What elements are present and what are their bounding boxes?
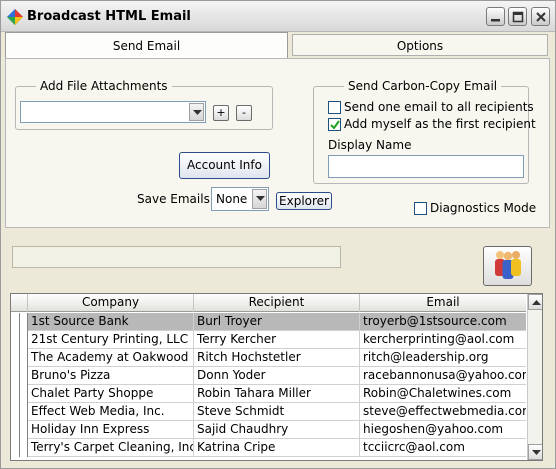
cell-company: Terry's Carpet Cleaning, Inc.	[28, 439, 194, 456]
minimize-button[interactable]	[486, 7, 505, 26]
cell-email: troyerb@1stsource.com	[363, 314, 507, 328]
send-one-email-label: Send one email to all recipients	[344, 100, 534, 114]
cell-recipient: Steve Schmidt	[194, 403, 360, 420]
table-row[interactable]: 21st Century Printing, LLC Terry Kercher…	[11, 331, 526, 349]
row-selector[interactable]	[11, 313, 28, 331]
recipients-table[interactable]: Company Recipient Email 1st Source Bank …	[10, 293, 543, 461]
cell-recipient: Robin Tahara Miller	[194, 385, 360, 402]
table-row[interactable]: Chalet Party Shoppe Robin Tahara Miller …	[11, 385, 526, 403]
diagnostics-mode-checkbox[interactable]	[414, 202, 427, 215]
cell-recipient: Donn Yoder	[194, 367, 360, 384]
carbon-copy-group-title: Send Carbon-Copy Email	[344, 79, 502, 93]
cell-email: steve@effectwebmedia.com	[363, 404, 526, 418]
row-selector[interactable]	[11, 439, 28, 457]
app-logo-icon	[7, 9, 23, 25]
cell-company: Holiday Inn Express	[28, 421, 194, 438]
close-icon	[536, 12, 546, 22]
scroll-down-button[interactable]	[528, 444, 542, 460]
send-one-email-checkbox[interactable]	[328, 101, 341, 114]
row-selector[interactable]	[11, 385, 28, 403]
save-emails-select[interactable]: None	[211, 187, 269, 211]
tab-send-email[interactable]: Send Email	[5, 32, 288, 58]
tab-options[interactable]: Options	[292, 34, 548, 56]
attachments-select[interactable]	[20, 101, 206, 123]
cell-email: ritch@leadership.org	[363, 350, 489, 364]
save-emails-dropdown-button[interactable]	[252, 189, 267, 209]
cell-recipient: Katrina Cripe	[194, 439, 360, 456]
table-row[interactable]: Effect Web Media, Inc. Steve Schmidt ste…	[11, 403, 526, 421]
column-header-company[interactable]: Company	[28, 294, 194, 312]
cell-recipient: Burl Troyer	[194, 313, 360, 330]
scroll-down-icon	[532, 450, 541, 455]
scroll-up-icon	[532, 300, 541, 305]
cell-company: 21st Century Printing, LLC	[28, 331, 194, 348]
window-title: Broadcast HTML Email	[27, 9, 191, 24]
cell-company: 1st Source Bank	[28, 313, 194, 330]
cell-email: Robin@Chaletwines.com	[363, 386, 512, 400]
attachments-dropdown-button[interactable]	[189, 103, 204, 121]
attachments-group: Add File Attachments + -	[15, 79, 273, 130]
cell-company: Effect Web Media, Inc.	[28, 403, 194, 420]
row-selector[interactable]	[11, 421, 28, 439]
save-emails-label: Save Emails	[137, 192, 210, 206]
cell-email: hiegoshen@yahoo.com	[363, 422, 504, 436]
chevron-down-icon	[193, 110, 202, 115]
add-myself-label: Add myself as the first recipient	[344, 117, 536, 131]
table-row[interactable]: Holiday Inn Express Sajid Chaudhry hiego…	[11, 421, 526, 439]
table-scrollbar[interactable]	[527, 294, 542, 460]
add-attachment-button[interactable]: +	[213, 105, 229, 121]
minimize-icon	[491, 19, 500, 22]
row-selector[interactable]	[11, 367, 28, 385]
cell-company: The Academy at Oakwood	[28, 349, 194, 366]
diagnostics-mode-label: Diagnostics Mode	[430, 201, 537, 215]
close-button[interactable]	[531, 7, 550, 26]
send-email-panel: Add File Attachments + - Account Info Sa…	[5, 58, 550, 228]
cell-email: racebannonusa@yahoo.com	[363, 368, 526, 382]
row-selector[interactable]	[11, 403, 28, 421]
cell-recipient: Sajid Chaudhry	[194, 421, 360, 438]
add-myself-checkbox[interactable]	[328, 118, 341, 131]
progress-bar	[12, 246, 341, 268]
cell-recipient: Ritch Hochstetler	[194, 349, 360, 366]
explorer-button[interactable]: Explorer	[276, 192, 332, 210]
scroll-up-button[interactable]	[528, 294, 542, 310]
table-header-gutter	[11, 294, 28, 312]
cell-email: kercherprinting@aol.com	[363, 332, 515, 346]
save-emails-value: None	[216, 192, 248, 206]
recipients-button[interactable]	[483, 246, 532, 286]
table-header: Company Recipient Email	[11, 294, 526, 312]
cell-company: Chalet Party Shoppe	[28, 385, 194, 402]
account-info-button[interactable]: Account Info	[179, 152, 270, 179]
title-bar[interactable]: Broadcast HTML Email	[1, 1, 555, 32]
column-header-recipient[interactable]: Recipient	[194, 294, 360, 312]
remove-attachment-button[interactable]: -	[236, 105, 252, 121]
column-header-email[interactable]: Email	[360, 294, 526, 312]
maximize-icon	[512, 11, 524, 23]
carbon-copy-group: Send Carbon-Copy Email Send one email to…	[313, 79, 536, 184]
attachments-group-title: Add File Attachments	[36, 79, 172, 93]
display-name-label: Display Name	[328, 138, 412, 152]
row-selector[interactable]	[11, 349, 28, 367]
checkmark-icon	[330, 120, 340, 130]
cell-recipient: Terry Kercher	[194, 331, 360, 348]
display-name-field[interactable]	[328, 155, 524, 178]
table-row[interactable]: Terry's Carpet Cleaning, Inc. Katrina Cr…	[11, 439, 526, 457]
app-window: Broadcast HTML Email Send Email Options …	[0, 0, 556, 469]
maximize-button[interactable]	[508, 7, 527, 26]
table-row[interactable]: Bruno's Pizza Donn Yoder racebannonusa@y…	[11, 367, 526, 385]
cell-email: tcciicrc@aol.com	[363, 440, 465, 454]
table-row[interactable]: 1st Source Bank Burl Troyer troyerb@1sts…	[11, 313, 526, 331]
row-selector[interactable]	[11, 331, 28, 349]
chevron-down-icon	[256, 196, 265, 201]
table-row[interactable]: The Academy at Oakwood Ritch Hochstetler…	[11, 349, 526, 367]
people-icon	[495, 251, 521, 279]
cell-company: Bruno's Pizza	[28, 367, 194, 384]
